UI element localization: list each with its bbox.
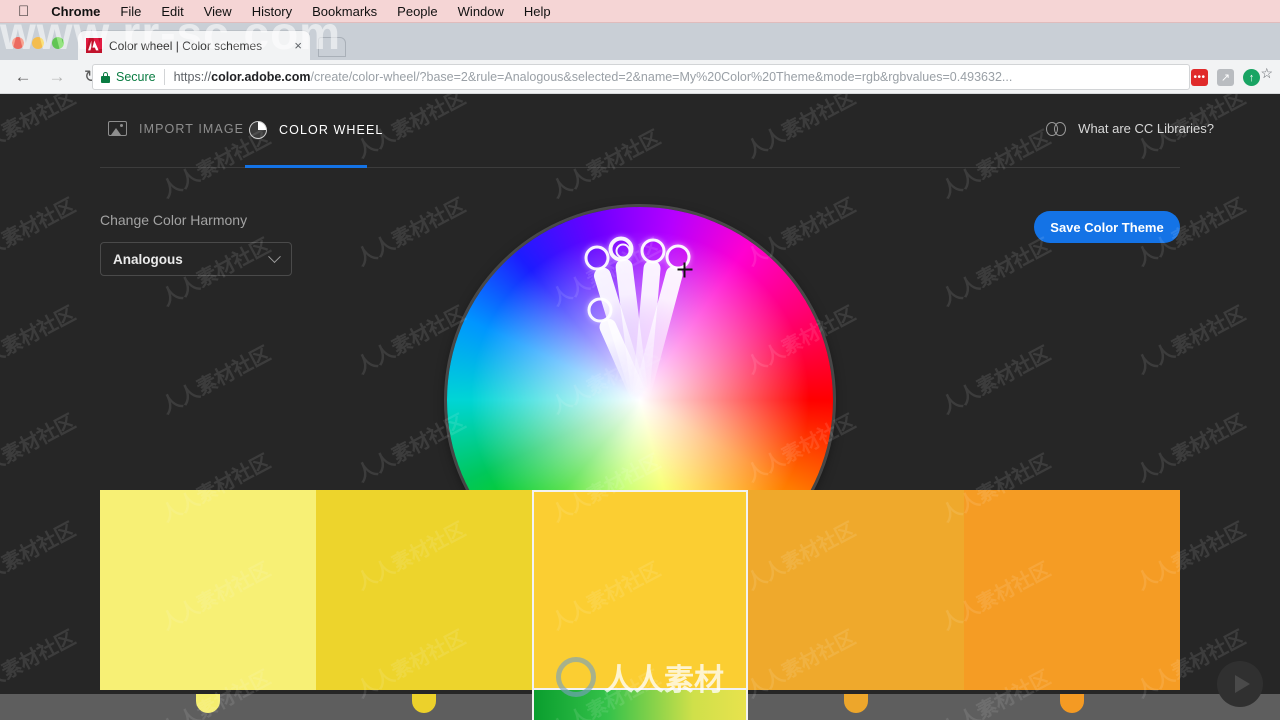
- color-swatch-5[interactable]: [964, 490, 1180, 690]
- url-scheme: https://: [173, 70, 212, 84]
- window-controls: [12, 37, 64, 49]
- adobe-logo-icon: [86, 38, 102, 53]
- menu-item-history[interactable]: History: [252, 4, 292, 19]
- menu-item-chrome[interactable]: Chrome: [51, 4, 100, 19]
- play-button[interactable]: [1217, 661, 1263, 707]
- watermark-center-text: 人人素材: [604, 664, 724, 697]
- minimize-window-button[interactable]: [32, 37, 44, 49]
- nav-tab-color-wheel[interactable]: COLOR WHEEL: [249, 121, 383, 139]
- lock-icon: [101, 71, 110, 83]
- harmony-select-value: Analogous: [113, 251, 183, 267]
- adobe-color-page: IMPORT IMAGE COLOR WHEEL What are CC Lib…: [0, 94, 1280, 720]
- forward-button[interactable]: →: [43, 63, 71, 91]
- close-tab-icon[interactable]: ×: [294, 38, 302, 53]
- watermark-ring-icon: [556, 657, 596, 697]
- crosshair-cursor: [677, 262, 693, 278]
- color-wheel-marker-5[interactable]: [587, 297, 613, 323]
- harmony-select[interactable]: Analogous: [100, 242, 292, 276]
- nav-tab-color-wheel-label: COLOR WHEEL: [279, 123, 384, 137]
- menu-item-people[interactable]: People: [397, 4, 437, 19]
- menu-item-edit[interactable]: Edit: [161, 4, 183, 19]
- watermark-center: 人人素材: [556, 655, 724, 699]
- save-color-theme-button[interactable]: Save Color Theme: [1034, 211, 1180, 243]
- color-swatch-2[interactable]: [316, 490, 532, 690]
- color-swatch-1[interactable]: [100, 490, 316, 690]
- security-status-label: Secure: [116, 70, 156, 84]
- apple-menu-icon[interactable]: : [18, 4, 29, 19]
- browser-toolbar: ← → ↻ Secure https://color.adobe.com/cre…: [0, 60, 1280, 94]
- macos-menu-bar:  Chrome File Edit View History Bookmark…: [0, 0, 1280, 23]
- color-wheel-icon: [249, 121, 267, 139]
- menu-item-file[interactable]: File: [120, 4, 141, 19]
- back-button[interactable]: ←: [9, 63, 37, 91]
- nav-active-indicator: [245, 165, 367, 168]
- close-window-button[interactable]: [12, 37, 24, 49]
- browser-tab-active[interactable]: Color wheel | Color schemes ×: [78, 31, 310, 60]
- omnibox-divider: [163, 69, 165, 85]
- cc-libraries-icon: [1046, 121, 1067, 136]
- nav-tab-import-image-label: IMPORT IMAGE: [139, 121, 245, 136]
- nav-link-cc-libraries[interactable]: What are CC Libraries?: [1046, 121, 1214, 136]
- play-icon: [1234, 675, 1250, 693]
- url-host: color.adobe.com: [211, 70, 311, 84]
- image-icon: [108, 121, 127, 136]
- color-wheel-marker-2[interactable]: [608, 236, 634, 262]
- maximize-window-button[interactable]: [52, 37, 64, 49]
- menu-item-help[interactable]: Help: [524, 4, 551, 19]
- url-path: /create/color-wheel/?base=2&rule=Analogo…: [310, 70, 1013, 84]
- chevron-down-icon: [268, 249, 281, 263]
- browser-tab-title: Color wheel | Color schemes: [109, 38, 263, 53]
- color-swatch-4[interactable]: [748, 490, 964, 690]
- nav-link-cc-libraries-label: What are CC Libraries?: [1078, 121, 1214, 136]
- gray-arrow-extension-icon[interactable]: ↗: [1217, 69, 1234, 86]
- url-text: https://color.adobe.com/create/color-whe…: [174, 70, 1181, 84]
- bookmark-star-icon[interactable]: ☆: [1260, 65, 1273, 82]
- color-wheel-marker-3[interactable]: [640, 238, 666, 264]
- browser-tab-strip: Color wheel | Color schemes × Person 1: [0, 23, 1280, 72]
- harmony-label: Change Color Harmony: [100, 212, 248, 228]
- menu-item-window[interactable]: Window: [458, 4, 504, 19]
- menu-item-bookmarks[interactable]: Bookmarks: [312, 4, 377, 19]
- new-tab-button[interactable]: [318, 37, 346, 57]
- menu-item-view[interactable]: View: [204, 4, 232, 19]
- app-nav-bar: IMPORT IMAGE COLOR WHEEL What are CC Lib…: [0, 94, 1280, 168]
- green-upload-extension-icon[interactable]: ↑: [1243, 69, 1260, 86]
- color-wheel-marker-1[interactable]: [584, 245, 610, 271]
- red-badge-extension-icon[interactable]: •••: [1191, 69, 1208, 86]
- address-bar[interactable]: Secure https://color.adobe.com/create/co…: [92, 64, 1190, 90]
- nav-tab-import-image[interactable]: IMPORT IMAGE: [108, 121, 244, 136]
